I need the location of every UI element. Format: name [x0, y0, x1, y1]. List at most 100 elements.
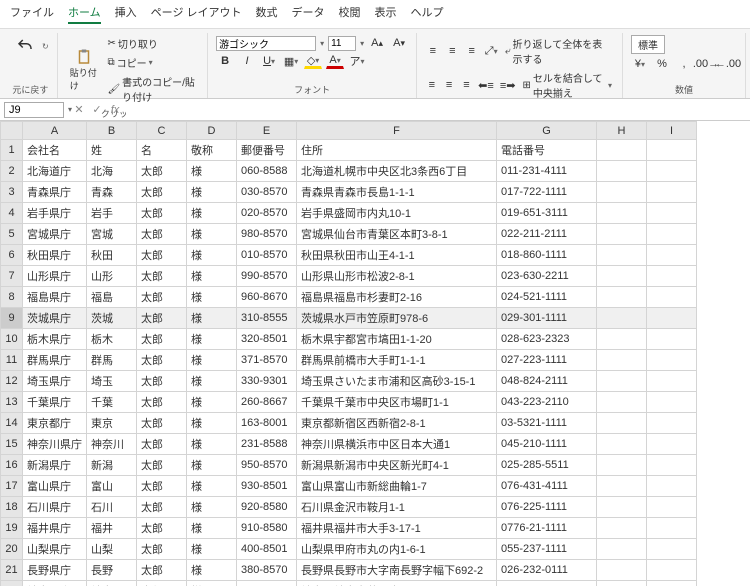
cell[interactable]: 048-824-2111: [497, 371, 597, 392]
cell[interactable]: 0776-21-1111: [497, 518, 597, 539]
cell[interactable]: 様: [187, 560, 237, 581]
align-center-icon[interactable]: ≡: [442, 77, 455, 93]
menu-ホーム[interactable]: ホーム: [68, 4, 101, 24]
decrease-font-icon[interactable]: A▾: [390, 35, 408, 51]
cell[interactable]: 様: [187, 518, 237, 539]
cell[interactable]: [597, 140, 647, 161]
row-header[interactable]: 17: [1, 476, 23, 497]
border-button[interactable]: ▦▾: [282, 53, 300, 69]
cell[interactable]: 山形県庁: [23, 266, 87, 287]
enter-icon[interactable]: ✓: [90, 103, 104, 117]
cell[interactable]: [647, 308, 697, 329]
row-header[interactable]: 16: [1, 455, 23, 476]
row-header[interactable]: 19: [1, 518, 23, 539]
row-header[interactable]: 21: [1, 560, 23, 581]
cell[interactable]: 163-8001: [237, 413, 297, 434]
cell[interactable]: 太郎: [137, 476, 187, 497]
row-header[interactable]: 7: [1, 266, 23, 287]
cell[interactable]: [597, 371, 647, 392]
cell[interactable]: 太郎: [137, 182, 187, 203]
cell[interactable]: 宮城県庁: [23, 224, 87, 245]
cell[interactable]: 371-8570: [237, 350, 297, 371]
cell[interactable]: 045-210-1111: [497, 434, 597, 455]
cell[interactable]: [597, 476, 647, 497]
align-middle-icon[interactable]: ≡: [445, 43, 460, 59]
cell[interactable]: 様: [187, 413, 237, 434]
cell[interactable]: 様: [187, 392, 237, 413]
cell[interactable]: 017-722-1111: [497, 182, 597, 203]
menu-データ[interactable]: データ: [292, 4, 325, 24]
cell[interactable]: 茨城県庁: [23, 308, 87, 329]
cell[interactable]: 様: [187, 224, 237, 245]
menu-校閲[interactable]: 校閲: [339, 4, 361, 24]
cell[interactable]: 太郎: [137, 350, 187, 371]
cell[interactable]: 福島県庁: [23, 287, 87, 308]
wrap-text-button[interactable]: ⤶折り返して全体を表示する: [503, 35, 614, 67]
cell[interactable]: [597, 392, 647, 413]
cell[interactable]: [597, 413, 647, 434]
row-header[interactable]: 18: [1, 497, 23, 518]
row-header[interactable]: 5: [1, 224, 23, 245]
cell[interactable]: 太郎: [137, 560, 187, 581]
cell[interactable]: [647, 455, 697, 476]
phonetic-button[interactable]: ア▾: [348, 53, 366, 69]
fill-color-button[interactable]: ◇▾: [304, 53, 322, 69]
cell[interactable]: 茨城: [87, 308, 137, 329]
cell[interactable]: 福井県庁: [23, 518, 87, 539]
cell[interactable]: 千葉県庁: [23, 392, 87, 413]
percent-icon[interactable]: %: [653, 56, 671, 72]
cell[interactable]: 神奈川: [87, 434, 137, 455]
cell[interactable]: [597, 182, 647, 203]
cell[interactable]: 太郎: [137, 413, 187, 434]
cell[interactable]: 930-8501: [237, 476, 297, 497]
row-header[interactable]: 8: [1, 287, 23, 308]
cell[interactable]: [647, 497, 697, 518]
cell[interactable]: 様: [187, 161, 237, 182]
cell[interactable]: 福島県福島市杉妻町2-16: [297, 287, 497, 308]
cell[interactable]: 055-237-1111: [497, 539, 597, 560]
cell[interactable]: 025-285-5511: [497, 455, 597, 476]
cell[interactable]: [647, 434, 697, 455]
cell[interactable]: [597, 329, 647, 350]
cell[interactable]: 様: [187, 203, 237, 224]
col-header-E[interactable]: E: [237, 122, 297, 140]
row-header[interactable]: 6: [1, 245, 23, 266]
cell[interactable]: 郵便番号: [237, 140, 297, 161]
cut-button[interactable]: ✂切り取り: [105, 35, 199, 52]
cell[interactable]: 太郎: [137, 287, 187, 308]
cell[interactable]: 新潟県庁: [23, 455, 87, 476]
cell[interactable]: 山梨県甲府市丸の内1-6-1: [297, 539, 497, 560]
cell[interactable]: [597, 518, 647, 539]
col-header-G[interactable]: G: [497, 122, 597, 140]
cell[interactable]: [597, 161, 647, 182]
row-header[interactable]: 13: [1, 392, 23, 413]
col-header-H[interactable]: H: [597, 122, 647, 140]
decrease-decimal-icon[interactable]: ←.00: [719, 56, 737, 72]
row-header[interactable]: 2: [1, 161, 23, 182]
cell[interactable]: 様: [187, 581, 237, 586]
cell[interactable]: 太郎: [137, 308, 187, 329]
cell[interactable]: 長野: [87, 560, 137, 581]
row-header[interactable]: 11: [1, 350, 23, 371]
cell[interactable]: [647, 224, 697, 245]
cell[interactable]: 新潟: [87, 455, 137, 476]
row-header[interactable]: 22: [1, 581, 23, 586]
cell[interactable]: 東京都新宿区西新宿2-8-1: [297, 413, 497, 434]
cell[interactable]: 秋田: [87, 245, 137, 266]
cell[interactable]: 029-301-1111: [497, 308, 597, 329]
copy-button[interactable]: ⧉コピー ▾: [105, 54, 199, 71]
col-header-B[interactable]: B: [87, 122, 137, 140]
name-box[interactable]: [4, 102, 64, 118]
cell[interactable]: [597, 560, 647, 581]
orientation-icon[interactable]: ⤢▾: [483, 43, 498, 59]
merge-center-button[interactable]: ⊞セルを結合して中央揃え▾: [520, 69, 614, 101]
cell[interactable]: 様: [187, 539, 237, 560]
cell[interactable]: 岩手県庁: [23, 203, 87, 224]
cell[interactable]: 岐阜県庁: [23, 581, 87, 586]
menu-ファイル[interactable]: ファイル: [10, 4, 54, 24]
indent-dec-icon[interactable]: ⬅≡: [477, 77, 495, 93]
cell[interactable]: 太郎: [137, 329, 187, 350]
col-header-I[interactable]: I: [647, 122, 697, 140]
cell[interactable]: 電話番号: [497, 140, 597, 161]
col-header-F[interactable]: F: [297, 122, 497, 140]
